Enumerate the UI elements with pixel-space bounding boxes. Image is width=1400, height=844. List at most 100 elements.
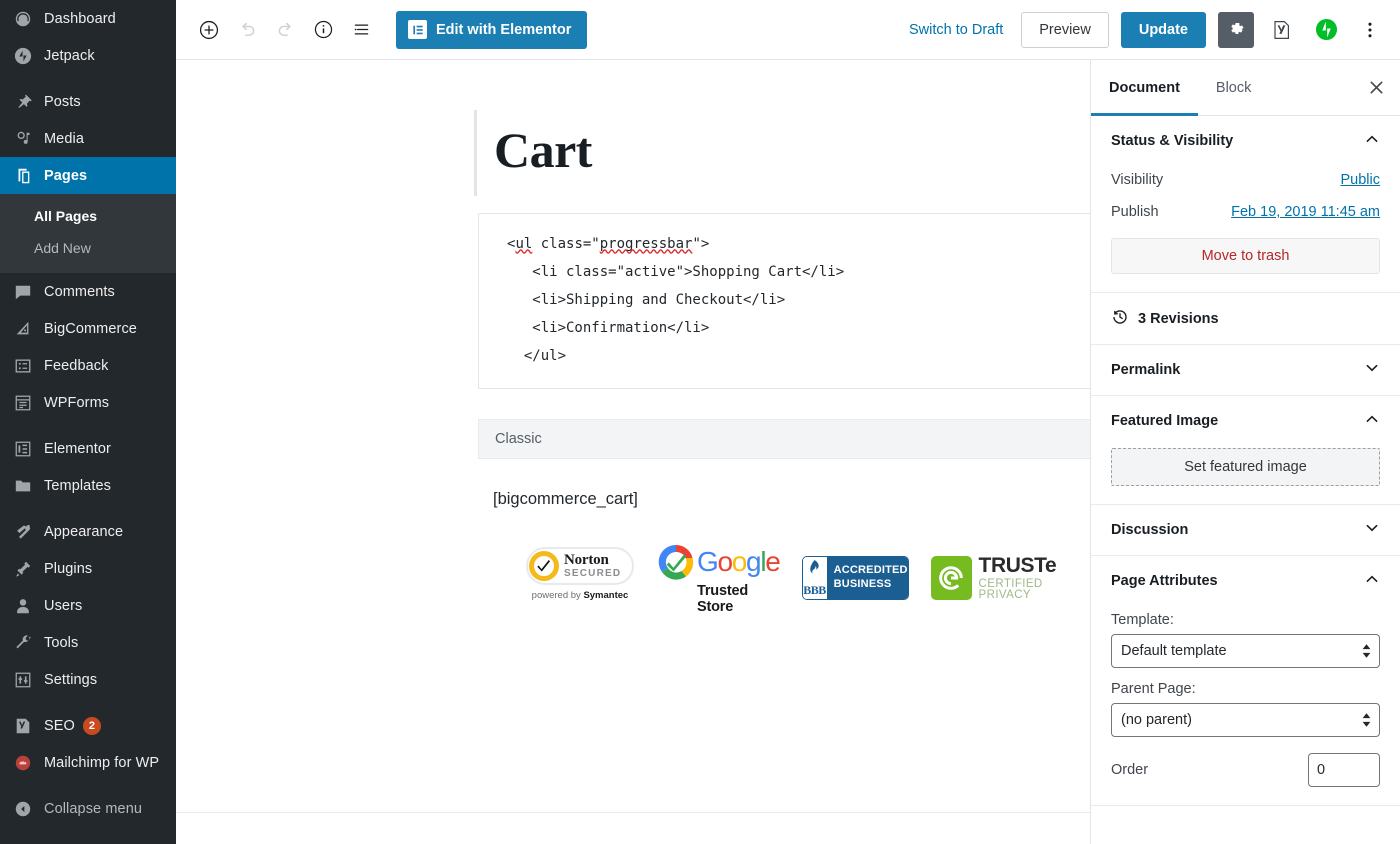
- featured-image-section: Featured Image Set featured image: [1091, 396, 1400, 505]
- collapse-menu-button[interactable]: Collapse menu: [0, 790, 176, 827]
- norton-footer-brand: Symantec: [583, 590, 629, 601]
- publish-date-button[interactable]: Feb 19, 2019 11:45 am: [1231, 204, 1380, 220]
- plugin-icon: [11, 559, 35, 579]
- edit-with-elementor-button[interactable]: Edit with Elementor: [396, 10, 588, 49]
- sidebar-item-bigcommerce[interactable]: BigCommerce: [0, 310, 176, 347]
- status-visibility-header[interactable]: Status & Visibility: [1111, 116, 1380, 166]
- block-outline-button[interactable]: [342, 11, 380, 49]
- feedback-icon: [11, 356, 35, 376]
- pages-submenu: All Pages Add New: [0, 194, 176, 274]
- wrench-icon: [11, 633, 35, 653]
- pin-icon: [11, 92, 35, 112]
- sidebar-item-label: Feedback: [44, 357, 109, 374]
- yoast-seo-button[interactable]: [1266, 14, 1298, 46]
- editor-bottom-divider: [176, 812, 1090, 813]
- bbb-accredited-business-badge: BBB ACCREDITED BUSINESS: [801, 556, 909, 600]
- editor-canvas: Cart <ul class="progressbar"> <li class=…: [176, 60, 1090, 844]
- update-button[interactable]: Update: [1120, 11, 1206, 48]
- sidebar-item-feedback[interactable]: Feedback: [0, 347, 176, 384]
- undo-button[interactable]: [228, 11, 266, 49]
- classic-block-header[interactable]: Classic: [478, 418, 1090, 459]
- page-attributes-header[interactable]: Page Attributes: [1111, 556, 1380, 606]
- submenu-item-all-pages[interactable]: All Pages: [0, 201, 176, 233]
- editor-header: Edit with Elementor Switch to Draft Prev…: [176, 0, 1400, 60]
- norton-footer: powered by Symantec: [526, 590, 634, 601]
- more-options-button[interactable]: [1354, 14, 1386, 46]
- sidebar-item-elementor[interactable]: Elementor: [0, 430, 176, 467]
- chevron-up-icon: [1364, 571, 1380, 591]
- truste-title: TRUSTe: [978, 553, 1057, 577]
- sidebar-item-settings[interactable]: Settings: [0, 661, 176, 698]
- add-block-button[interactable]: [190, 11, 228, 49]
- settings-sidebar: Document Block Status & Visibility Visib…: [1090, 60, 1400, 844]
- chevron-down-icon: [1364, 360, 1380, 380]
- sidebar-item-label: Templates: [44, 477, 111, 494]
- media-icon: [11, 129, 35, 149]
- post-title-block[interactable]: Cart: [176, 110, 1090, 196]
- sidebar-item-seo[interactable]: SEO 2: [0, 707, 176, 744]
- wordpress-block-editor: Dashboard Jetpack Posts Media Pages All …: [0, 0, 1400, 844]
- edit-with-elementor-label: Edit with Elementor: [436, 21, 572, 38]
- editor-header-right-tools: Switch to Draft Preview Update: [903, 11, 1386, 48]
- parent-page-select[interactable]: (no parent): [1111, 703, 1380, 737]
- content-info-button[interactable]: [304, 11, 342, 49]
- redo-button[interactable]: [266, 11, 304, 49]
- revisions-row[interactable]: 3 Revisions: [1091, 293, 1400, 345]
- google-letter: G: [697, 545, 719, 577]
- sidebar-item-label: Mailchimp for WP: [44, 754, 160, 771]
- shortcode-text[interactable]: [bigcommerce_cart]: [493, 490, 1090, 509]
- code-line-5: </ul>: [507, 347, 567, 364]
- sidebar-item-posts[interactable]: Posts: [0, 83, 176, 120]
- sidebar-item-pages[interactable]: Pages: [0, 157, 176, 194]
- editor-header-left-tools: Edit with Elementor: [190, 10, 588, 49]
- admin-sidebar: Dashboard Jetpack Posts Media Pages All …: [0, 0, 176, 844]
- bbb-left: BBB: [802, 557, 827, 599]
- preview-button[interactable]: Preview: [1021, 11, 1109, 48]
- close-settings-button[interactable]: [1352, 60, 1400, 115]
- sidebar-item-tools[interactable]: Tools: [0, 624, 176, 661]
- code-token: class=": [532, 235, 600, 252]
- tab-block[interactable]: Block: [1198, 60, 1269, 115]
- bbb-right: ACCREDITED BUSINESS: [826, 557, 908, 599]
- truste-wordmark: TRUSTe CERTIFIED PRIVACY: [979, 555, 1090, 602]
- menu-separator: [0, 698, 176, 707]
- google-letter: g: [746, 545, 762, 577]
- template-select-wrap: Default template: [1111, 634, 1380, 668]
- set-featured-image-button[interactable]: Set featured image: [1111, 448, 1380, 486]
- google-letter: o: [731, 545, 748, 577]
- featured-image-header[interactable]: Featured Image: [1111, 396, 1380, 446]
- sidebar-item-templates[interactable]: Templates: [0, 467, 176, 504]
- sidebar-item-jetpack[interactable]: Jetpack: [0, 37, 176, 74]
- page-title[interactable]: Cart: [477, 110, 592, 196]
- template-select[interactable]: Default template: [1111, 634, 1380, 668]
- sidebar-item-wpforms[interactable]: WPForms: [0, 384, 176, 421]
- visibility-label: Visibility: [1111, 172, 1164, 188]
- jetpack-icon: [11, 46, 35, 66]
- order-input[interactable]: [1308, 753, 1380, 787]
- sidebar-item-dashboard[interactable]: Dashboard: [0, 0, 176, 37]
- sidebar-item-users[interactable]: Users: [0, 587, 176, 624]
- revisions-label: 3 Revisions: [1138, 310, 1219, 327]
- menu-separator: [0, 504, 176, 513]
- sidebar-item-comments[interactable]: Comments: [0, 273, 176, 310]
- custom-html-block[interactable]: <ul class="progressbar"> <li class="acti…: [478, 212, 1090, 389]
- discussion-section: Discussion: [1091, 505, 1400, 556]
- sidebar-item-plugins[interactable]: Plugins: [0, 550, 176, 587]
- sidebar-item-label: BigCommerce: [44, 320, 137, 337]
- switch-to-draft-button[interactable]: Switch to Draft: [903, 18, 1009, 42]
- discussion-header[interactable]: Discussion: [1111, 505, 1380, 555]
- comment-icon: [11, 282, 35, 302]
- sidebar-item-mailchimp[interactable]: Mailchimp for WP: [0, 744, 176, 781]
- norton-footer-pre: powered by: [531, 590, 584, 601]
- sidebar-item-media[interactable]: Media: [0, 120, 176, 157]
- move-to-trash-button[interactable]: Move to trash: [1111, 238, 1380, 274]
- status-visibility-body: Visibility Public Publish Feb 19, 2019 1…: [1111, 166, 1380, 292]
- visibility-row: Visibility Public: [1111, 166, 1380, 198]
- jetpack-button[interactable]: [1310, 14, 1342, 46]
- sidebar-item-appearance[interactable]: Appearance: [0, 513, 176, 550]
- tab-document[interactable]: Document: [1091, 60, 1198, 116]
- permalink-header[interactable]: Permalink: [1111, 345, 1380, 395]
- submenu-item-add-new[interactable]: Add New: [0, 233, 176, 265]
- visibility-value-button[interactable]: Public: [1341, 172, 1381, 188]
- settings-toggle-button[interactable]: [1218, 11, 1254, 48]
